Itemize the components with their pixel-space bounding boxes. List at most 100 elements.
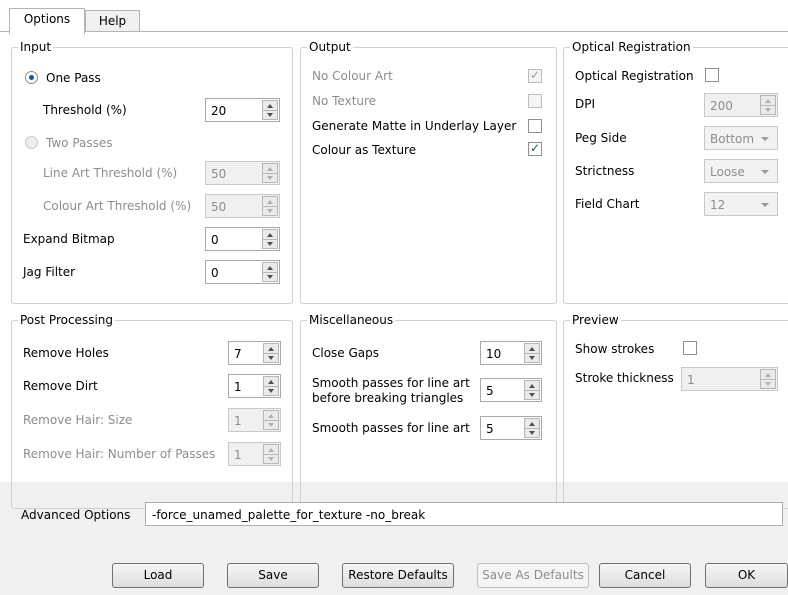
two-passes-radio[interactable] bbox=[25, 136, 38, 149]
generate-matte-label: Generate Matte in Underlay Layer bbox=[312, 119, 517, 133]
spin-down-icon[interactable] bbox=[268, 356, 274, 360]
spin-up-icon[interactable] bbox=[529, 422, 535, 426]
chevron-down-icon[interactable] bbox=[761, 203, 769, 207]
dpi-value: 200 bbox=[710, 99, 733, 113]
spin-up-icon[interactable] bbox=[267, 266, 273, 270]
advanced-options-input[interactable]: -force_unamed_palette_for_texture -no_br… bbox=[145, 502, 783, 526]
peg-side-dropdown[interactable]: Bottom bbox=[704, 126, 778, 150]
tab-help[interactable]: Help bbox=[85, 10, 140, 31]
save-as-defaults-button[interactable]: Save As Defaults bbox=[477, 563, 589, 588]
spin-buttons[interactable] bbox=[524, 343, 540, 363]
restore-defaults-button[interactable]: Restore Defaults bbox=[342, 563, 454, 588]
spin-up-icon[interactable] bbox=[268, 414, 274, 418]
spin-up-icon[interactable] bbox=[267, 104, 273, 108]
spin-up-icon[interactable] bbox=[267, 200, 273, 204]
jag-filter-spinbox[interactable]: 0 bbox=[205, 260, 280, 284]
colour-art-threshold-label: Colour Art Threshold (%) bbox=[43, 199, 192, 213]
input-group-title: Input bbox=[18, 39, 54, 55]
options-page: Input One Pass Threshold (%) 20 Two Pass… bbox=[0, 31, 788, 509]
spin-down-icon[interactable] bbox=[267, 113, 273, 117]
generate-matte-checkbox[interactable] bbox=[528, 119, 542, 133]
spin-buttons[interactable] bbox=[524, 380, 540, 400]
spin-down-icon[interactable] bbox=[529, 393, 535, 397]
expand-bitmap-spinbox[interactable]: 0 bbox=[205, 227, 280, 251]
spin-down-icon[interactable] bbox=[267, 209, 273, 213]
spin-down-icon[interactable] bbox=[765, 108, 771, 112]
smooth-before-label-line2: before breaking triangles bbox=[312, 391, 464, 405]
smooth-line-art-spinbox[interactable]: 5 bbox=[480, 416, 542, 440]
spin-up-icon[interactable] bbox=[267, 233, 273, 237]
smooth-before-spinbox[interactable]: 5 bbox=[480, 378, 542, 402]
colour-as-texture-label: Colour as Texture bbox=[312, 143, 417, 157]
spin-down-icon[interactable] bbox=[529, 431, 535, 435]
field-chart-dropdown[interactable]: 12 bbox=[704, 192, 778, 216]
spin-up-icon[interactable] bbox=[267, 167, 273, 171]
spin-buttons[interactable] bbox=[760, 95, 776, 115]
one-pass-radio[interactable] bbox=[25, 71, 38, 84]
spin-buttons[interactable] bbox=[263, 343, 279, 363]
spin-down-icon[interactable] bbox=[268, 457, 274, 461]
spin-buttons[interactable] bbox=[524, 418, 540, 438]
spin-up-icon[interactable] bbox=[268, 448, 274, 452]
check-icon: ✓ bbox=[530, 68, 541, 82]
spin-buttons[interactable] bbox=[263, 376, 279, 396]
remove-holes-label: Remove Holes bbox=[23, 346, 109, 360]
spin-buttons[interactable] bbox=[262, 163, 278, 183]
spin-up-icon[interactable] bbox=[765, 373, 771, 377]
chevron-down-icon[interactable] bbox=[761, 137, 769, 141]
spin-down-icon[interactable] bbox=[765, 382, 771, 386]
strictness-dropdown[interactable]: Loose bbox=[704, 159, 778, 183]
miscellaneous-group-title: Miscellaneous bbox=[307, 312, 396, 328]
spin-buttons[interactable] bbox=[262, 262, 278, 282]
remove-dirt-spinbox[interactable]: 1 bbox=[228, 374, 281, 398]
spin-down-icon[interactable] bbox=[529, 356, 535, 360]
post-processing-group-title: Post Processing bbox=[18, 312, 115, 328]
close-gaps-value: 10 bbox=[486, 347, 502, 361]
stroke-thickness-spinbox[interactable]: 1 bbox=[681, 367, 778, 391]
spin-buttons[interactable] bbox=[262, 100, 278, 120]
remove-hair-passes-label: Remove Hair: Number of Passes bbox=[23, 447, 216, 461]
spin-down-icon[interactable] bbox=[268, 423, 274, 427]
output-group-title: Output bbox=[307, 39, 353, 55]
colour-as-texture-checkbox[interactable]: ✓ bbox=[528, 141, 542, 156]
spin-up-icon[interactable] bbox=[268, 380, 274, 384]
remove-hair-passes-spinbox[interactable]: 1 bbox=[228, 442, 281, 466]
remove-holes-spinbox[interactable]: 7 bbox=[228, 341, 281, 365]
spin-down-icon[interactable] bbox=[267, 242, 273, 246]
no-texture-label: No Texture bbox=[312, 94, 377, 108]
dpi-label: DPI bbox=[575, 97, 596, 111]
no-colour-art-checkbox[interactable]: ✓ bbox=[528, 68, 542, 83]
no-texture-checkbox[interactable] bbox=[528, 94, 542, 108]
spin-down-icon[interactable] bbox=[267, 176, 273, 180]
spin-up-icon[interactable] bbox=[268, 347, 274, 351]
spin-buttons[interactable] bbox=[760, 369, 776, 389]
spin-up-icon[interactable] bbox=[529, 384, 535, 388]
optical-registration-checkbox[interactable] bbox=[705, 68, 719, 82]
show-strokes-checkbox[interactable] bbox=[683, 341, 697, 355]
spin-buttons[interactable] bbox=[263, 444, 279, 464]
colour-art-threshold-spinbox[interactable]: 50 bbox=[205, 194, 280, 218]
dpi-spinbox[interactable]: 200 bbox=[704, 93, 778, 117]
spin-down-icon[interactable] bbox=[267, 275, 273, 279]
remove-hair-size-spinbox[interactable]: 1 bbox=[228, 408, 281, 432]
save-button[interactable]: Save bbox=[227, 563, 319, 588]
spin-up-icon[interactable] bbox=[529, 347, 535, 351]
optical-registration-label: Optical Registration bbox=[575, 69, 694, 83]
spin-buttons[interactable] bbox=[262, 229, 278, 249]
cancel-button[interactable]: Cancel bbox=[599, 563, 691, 588]
tab-options[interactable]: Options bbox=[9, 8, 85, 34]
spin-down-icon[interactable] bbox=[268, 389, 274, 393]
output-group: Output bbox=[300, 39, 557, 304]
line-art-threshold-spinbox[interactable]: 50 bbox=[205, 161, 280, 185]
field-chart-label: Field Chart bbox=[575, 197, 640, 211]
spin-buttons[interactable] bbox=[263, 410, 279, 430]
threshold-spinbox[interactable]: 20 bbox=[205, 98, 280, 122]
ok-button[interactable]: OK bbox=[705, 563, 788, 588]
load-button[interactable]: Load bbox=[112, 563, 204, 588]
spin-buttons[interactable] bbox=[262, 196, 278, 216]
close-gaps-spinbox[interactable]: 10 bbox=[480, 341, 542, 365]
spin-up-icon[interactable] bbox=[765, 99, 771, 103]
chevron-down-icon[interactable] bbox=[761, 170, 769, 174]
one-pass-label: One Pass bbox=[46, 71, 101, 85]
check-icon: ✓ bbox=[530, 141, 541, 155]
